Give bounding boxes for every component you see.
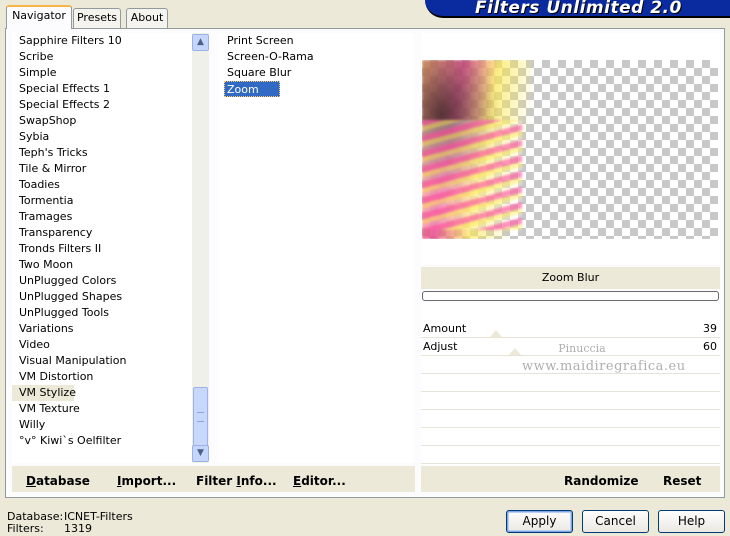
left-toolbar: Database Import... Filter Info... Editor… bbox=[12, 466, 415, 492]
category-item[interactable]: Toadies bbox=[12, 177, 192, 193]
tab-about[interactable]: About bbox=[126, 8, 168, 28]
category-item[interactable]: Variations bbox=[12, 321, 192, 337]
watermark: Pinuccia www.maidiregrafica.eu bbox=[522, 342, 686, 382]
slider-thumb[interactable] bbox=[509, 348, 522, 355]
category-item[interactable]: Visual Manipulation bbox=[12, 353, 192, 369]
category-list[interactable]: Sapphire Filters 10 Scribe Simple Special E… bbox=[12, 33, 192, 463]
category-item[interactable]: Simple bbox=[12, 65, 192, 81]
empty-control-row bbox=[421, 393, 720, 410]
filter-info-button[interactable]: Filter Info... bbox=[196, 474, 277, 488]
category-item[interactable]: Sybia bbox=[12, 129, 192, 145]
category-item[interactable]: Tile & Mirror bbox=[12, 161, 192, 177]
slider-thumb[interactable] bbox=[490, 330, 503, 337]
scroll-up-icon[interactable]: ▲ bbox=[192, 34, 209, 51]
current-filter-name: Zoom Blur bbox=[421, 267, 720, 289]
category-scrollbar[interactable]: ▲ ▼ bbox=[192, 33, 209, 463]
help-button[interactable]: Help bbox=[658, 510, 725, 533]
category-item[interactable]: UnPlugged Shapes bbox=[12, 289, 192, 305]
filter-item[interactable]: Zoom Blur bbox=[224, 81, 280, 112]
slider-value: 39 bbox=[703, 322, 717, 335]
category-item[interactable]: Scribe bbox=[12, 49, 192, 65]
filters-count-label: Filters: bbox=[7, 522, 44, 535]
slider-label: Adjust bbox=[423, 340, 458, 353]
category-item[interactable]: Special Effects 2 bbox=[12, 97, 192, 113]
right-toolbar: Randomize Reset bbox=[421, 466, 720, 492]
category-item[interactable]: Video bbox=[12, 337, 192, 353]
category-item[interactable]: Tronds Filters II bbox=[12, 241, 192, 257]
category-item[interactable]: SwapShop bbox=[12, 113, 192, 129]
category-item[interactable]: VM Distortion bbox=[12, 369, 192, 385]
database-button[interactable]: Database bbox=[26, 474, 90, 488]
editor-button[interactable]: Editor... bbox=[293, 474, 346, 488]
category-item[interactable]: °v° Kiwi`s Oelfilter bbox=[12, 433, 192, 449]
apply-button[interactable]: Apply bbox=[506, 510, 573, 533]
tab-presets[interactable]: Presets bbox=[73, 8, 121, 28]
category-item[interactable]: VM Stylize bbox=[12, 385, 76, 401]
filters-count-value: 1319 bbox=[64, 522, 92, 535]
category-item[interactable]: VM Texture bbox=[12, 401, 192, 417]
tab-navigator[interactable]: Navigator bbox=[6, 5, 72, 29]
filter-item[interactable]: Square Blur bbox=[218, 65, 414, 81]
randomize-button[interactable]: Randomize bbox=[564, 474, 638, 488]
slider-amount[interactable]: Amount 39 bbox=[421, 321, 720, 338]
progress-bar bbox=[422, 291, 719, 301]
empty-control-row bbox=[421, 447, 720, 464]
cancel-button[interactable]: Cancel bbox=[582, 510, 649, 533]
category-item[interactable]: UnPlugged Tools bbox=[12, 305, 192, 321]
filter-list[interactable]: Print Screen Screen-O-Rama Square Blur Zoom… bbox=[218, 33, 414, 463]
import-button[interactable]: Import... bbox=[117, 474, 176, 488]
slider-label: Amount bbox=[423, 322, 467, 335]
watermark-line-1: Pinuccia bbox=[558, 342, 606, 355]
category-item[interactable]: Sapphire Filters 10 bbox=[12, 33, 192, 49]
category-item[interactable]: Transparency bbox=[12, 225, 192, 241]
scroll-down-icon[interactable]: ▼ bbox=[192, 445, 209, 462]
reset-button[interactable]: Reset bbox=[663, 474, 701, 488]
zoom-blur-preview-art bbox=[422, 60, 532, 239]
category-item[interactable]: UnPlugged Colors bbox=[12, 273, 192, 289]
watermark-line-2: www.maidiregrafica.eu bbox=[522, 359, 686, 374]
empty-control-row bbox=[421, 411, 720, 428]
filter-item[interactable]: Screen-O-Rama bbox=[218, 49, 414, 65]
app-title: Filters Unlimited 2.0 bbox=[475, 0, 682, 18]
slider-value: 60 bbox=[703, 340, 717, 353]
category-item[interactable]: Special Effects 1 bbox=[12, 81, 192, 97]
category-item[interactable]: Tormentia bbox=[12, 193, 192, 209]
category-item[interactable]: Teph's Tricks bbox=[12, 145, 192, 161]
empty-control-row bbox=[421, 429, 720, 446]
category-item[interactable]: Tramages bbox=[12, 209, 192, 225]
category-item[interactable]: Willy bbox=[12, 417, 192, 433]
scroll-thumb[interactable] bbox=[193, 387, 208, 447]
filter-item[interactable]: Print Screen bbox=[218, 33, 414, 49]
category-item[interactable]: Two Moon bbox=[12, 257, 192, 273]
preview-image bbox=[422, 60, 718, 239]
